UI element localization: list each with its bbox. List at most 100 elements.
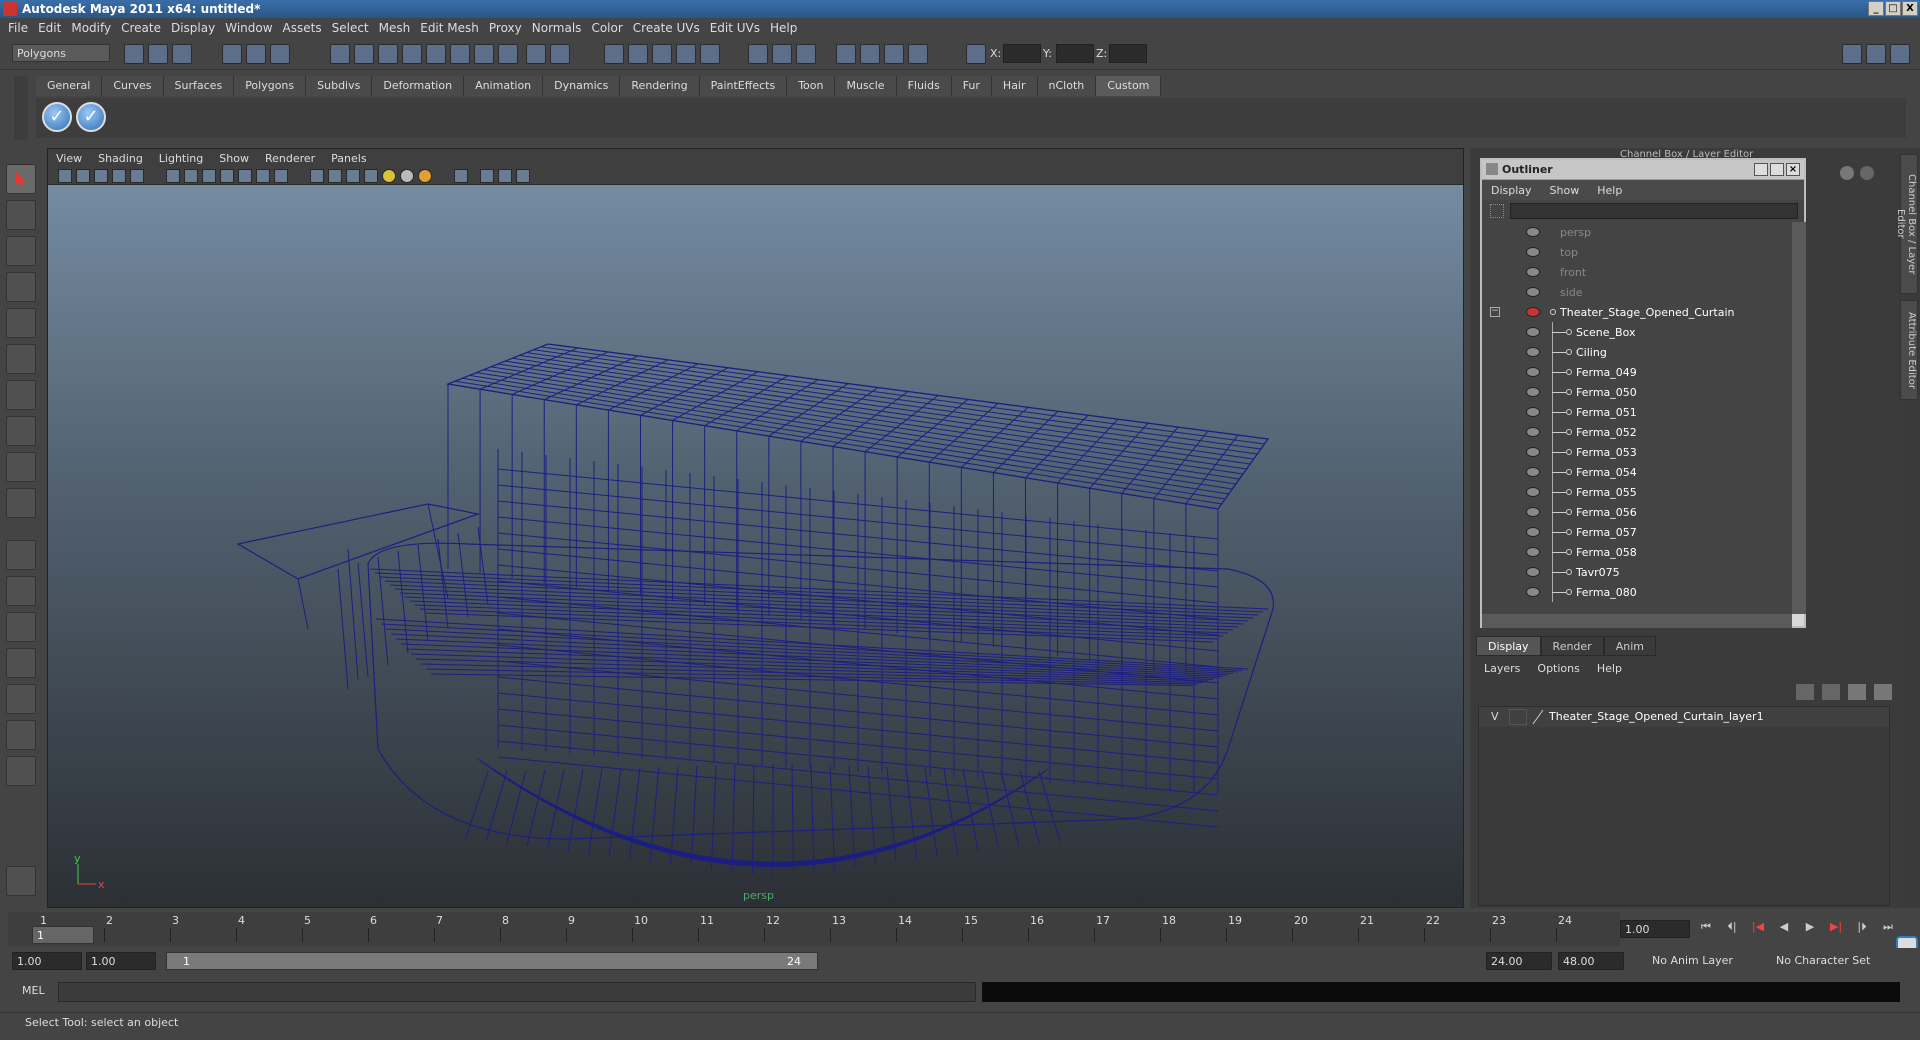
menu-modify[interactable]: Modify [69, 21, 119, 35]
outliner-menu-help[interactable]: Help [1588, 184, 1631, 197]
move-layer-up-icon[interactable] [1796, 684, 1814, 700]
outliner-item[interactable]: Ferma_058 [1482, 542, 1792, 562]
layer-menu-help[interactable]: Help [1589, 662, 1631, 675]
current-frame-field[interactable]: 1.00 [1620, 920, 1690, 938]
shelf-tab-curves[interactable]: Curves [102, 76, 164, 96]
character-set-dropdown[interactable]: No Character Set [1772, 952, 1888, 970]
playback-end-field[interactable]: 24.00 [1486, 952, 1552, 970]
menu-create[interactable]: Create [119, 21, 169, 35]
outliner-item[interactable]: Tavr075 [1482, 562, 1792, 582]
toggle-tool-settings-icon[interactable] [1890, 44, 1910, 64]
menu-window[interactable]: Window [223, 21, 280, 35]
rotate-tool-icon[interactable] [6, 308, 36, 338]
menu-edit[interactable]: Edit [36, 21, 69, 35]
scale-tool-icon[interactable] [6, 344, 36, 374]
move-layer-down-icon[interactable] [1822, 684, 1840, 700]
render-settings-icon[interactable] [908, 44, 928, 64]
outliner-item[interactable]: Ferma_051 [1482, 402, 1792, 422]
outliner-vertical-scrollbar[interactable] [1792, 222, 1806, 614]
tab-attribute-editor[interactable]: Attribute Editor [1900, 300, 1918, 400]
select-rendering-icon[interactable] [474, 44, 494, 64]
minimize-button[interactable]: _ [1868, 1, 1884, 16]
select-surfaces-icon[interactable] [402, 44, 422, 64]
layer-menu-layers[interactable]: Layers [1476, 662, 1529, 675]
shelf-tab-dynamics[interactable]: Dynamics [543, 76, 621, 96]
step-back-frame-icon[interactable]: |◀ [1748, 920, 1768, 938]
custom-shelf-check-icon[interactable]: ✓ [42, 102, 72, 132]
select-by-hierarchy-icon[interactable] [222, 44, 242, 64]
shelf-tab-animation[interactable]: Animation [464, 76, 544, 96]
outliner-item[interactable]: − Theater_Stage_Opened_Curtain [1482, 302, 1792, 322]
layer-visibility-toggle[interactable]: V [1491, 710, 1499, 723]
shelf-tab-fluids[interactable]: Fluids [896, 76, 952, 96]
soft-modification-icon[interactable] [6, 416, 36, 446]
universal-manipulator-icon[interactable] [6, 380, 36, 410]
paint-select-tool-icon[interactable] [6, 236, 36, 266]
absolute-transform-icon[interactable] [966, 44, 986, 64]
z-field[interactable] [1109, 44, 1147, 63]
layout-hypershade-icon[interactable] [6, 684, 36, 714]
outliner-minimize-button[interactable] [1754, 163, 1768, 176]
output-history-icon[interactable] [772, 44, 792, 64]
layer-menu-options[interactable]: Options [1529, 662, 1588, 675]
menu-assets[interactable]: Assets [281, 21, 330, 35]
layer-color-slash-icon[interactable] [1531, 709, 1545, 725]
close-button[interactable]: X [1902, 1, 1918, 16]
outliner-menu-show[interactable]: Show [1541, 184, 1589, 197]
layout-perspective-graph-icon[interactable] [6, 648, 36, 678]
outliner-item[interactable]: Ferma_080 [1482, 582, 1792, 602]
layout-single-perspective-icon[interactable] [6, 540, 36, 570]
outliner-item[interactable]: Ferma_056 [1482, 502, 1792, 522]
select-by-object-icon[interactable] [246, 44, 266, 64]
outliner-item[interactable]: Ferma_049 [1482, 362, 1792, 382]
menu-select[interactable]: Select [330, 21, 377, 35]
maximize-button[interactable]: □ [1885, 1, 1901, 16]
perspective-viewport[interactable]: View Shading Lighting Show Renderer Pane… [47, 148, 1464, 908]
tab-layer-display[interactable]: Display [1476, 636, 1541, 656]
layer-editor-icon[interactable] [1860, 166, 1874, 180]
play-backwards-icon[interactable]: ◀ [1774, 920, 1794, 938]
outliner-search-input[interactable] [1510, 203, 1798, 219]
time-slider[interactable]: 1 2 3 4 5 6 7 8 9 10 11 12 13 14 15 16 17 18 19 20 21 22 23 24 … [8, 912, 1620, 946]
menu-edit-mesh[interactable]: Edit Mesh [418, 21, 487, 35]
snap-point-icon[interactable] [652, 44, 672, 64]
toggle-channel-box-icon[interactable] [1842, 44, 1862, 64]
toggle-attribute-editor-icon[interactable] [1866, 44, 1886, 64]
outliner-item[interactable]: persp [1482, 222, 1792, 242]
lasso-tool-icon[interactable] [6, 200, 36, 230]
make-live-icon[interactable] [700, 44, 720, 64]
render-current-frame-icon[interactable] [860, 44, 880, 64]
menu-color[interactable]: Color [589, 21, 630, 35]
outliner-filter-icon[interactable] [1490, 204, 1504, 218]
snap-grid-icon[interactable] [604, 44, 624, 64]
menu-normals[interactable]: Normals [530, 21, 590, 35]
outliner-item[interactable]: side [1482, 282, 1792, 302]
collapse-icon[interactable]: − [1490, 307, 1500, 317]
step-forward-key-icon[interactable]: |⏵ [1852, 920, 1872, 938]
step-forward-frame-icon[interactable]: ▶| [1826, 920, 1846, 938]
outliner-item[interactable]: top [1482, 242, 1792, 262]
select-handles-icon[interactable] [330, 44, 350, 64]
move-tool-icon[interactable] [6, 272, 36, 302]
outliner-item[interactable]: front [1482, 262, 1792, 282]
animation-start-field[interactable]: 1.00 [12, 952, 82, 970]
layer-row[interactable]: V Theater_Stage_Opened_Curtain_layer1 [1479, 707, 1889, 727]
outliner-item[interactable]: Ferma_055 [1482, 482, 1792, 502]
show-manipulator-icon[interactable] [6, 452, 36, 482]
menu-set-dropdown[interactable]: Polygons [12, 44, 110, 62]
shelf-menu-handle[interactable] [14, 76, 28, 140]
menu-create-uvs[interactable]: Create UVs [631, 21, 708, 35]
outliner-item[interactable]: Ferma_054 [1482, 462, 1792, 482]
x-field[interactable] [1003, 44, 1041, 63]
layout-perspective-outliner-icon[interactable] [6, 612, 36, 642]
select-deformations-icon[interactable] [426, 44, 446, 64]
tab-layer-anim[interactable]: Anim [1603, 636, 1656, 656]
new-layer-selected-icon[interactable] [1874, 684, 1892, 700]
shelf-tab-fur[interactable]: Fur [951, 76, 992, 96]
outliner-item[interactable]: Scene_Box [1482, 322, 1792, 342]
anim-layer-dropdown[interactable]: No Anim Layer [1648, 952, 1764, 970]
outliner-horizontal-scrollbar[interactable] [1482, 614, 1792, 628]
tab-channel-box[interactable]: Channel Box / Layer Editor [1895, 154, 1918, 294]
current-time-marker[interactable]: 1 [32, 926, 94, 944]
ipr-render-icon[interactable] [884, 44, 904, 64]
